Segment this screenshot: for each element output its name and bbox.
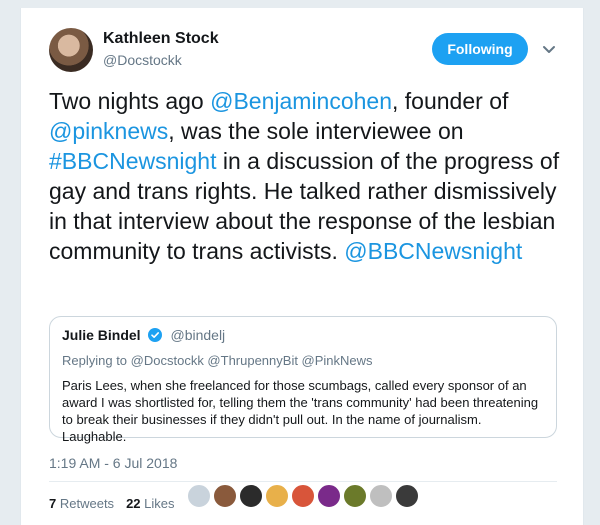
tweet-text: Two nights ago @Benjamincohen, founder o… bbox=[49, 86, 579, 266]
quoted-author-handle[interactable]: @bindelj bbox=[170, 327, 225, 343]
chevron-down-icon[interactable] bbox=[540, 40, 558, 58]
tweet-link[interactable]: #BBCNewsnight bbox=[49, 148, 216, 174]
divider bbox=[49, 481, 557, 482]
liker-avatar-2[interactable] bbox=[213, 484, 237, 508]
tweet-card: Kathleen Stock @Docstockk Following Two … bbox=[20, 8, 584, 525]
tweet-link[interactable]: @pinknews bbox=[49, 118, 168, 144]
author-display-name[interactable]: Kathleen Stock bbox=[103, 30, 219, 48]
retweets-label[interactable]: Retweets bbox=[60, 496, 114, 511]
quoted-tweet-text: Paris Lees, when she freelanced for thos… bbox=[62, 378, 539, 444]
author-avatar[interactable] bbox=[49, 28, 93, 72]
liker-avatar-5[interactable] bbox=[291, 484, 315, 508]
quoted-tweet[interactable]: Julie Bindel @bindelj Replying to @Docst… bbox=[49, 316, 557, 444]
liker-avatar-9[interactable] bbox=[395, 484, 419, 508]
liker-avatar-3[interactable] bbox=[239, 484, 263, 508]
tweet-text-segment: Two nights ago bbox=[49, 88, 211, 114]
liker-avatar-4[interactable] bbox=[265, 484, 289, 508]
tweet-timestamp[interactable]: 1:19 AM - 6 Jul 2018 bbox=[49, 455, 177, 471]
quoted-replying-to: Replying to @Docstockk @ThrupennyBit @Pi… bbox=[62, 353, 544, 368]
quoted-author-name[interactable]: Julie Bindel bbox=[62, 327, 141, 343]
tweet-link[interactable]: @Benjamincohen bbox=[210, 88, 392, 114]
likes-count[interactable]: 22 bbox=[126, 496, 140, 511]
liker-avatar-8[interactable] bbox=[369, 484, 393, 508]
retweets-count[interactable]: 7 bbox=[49, 496, 56, 511]
tweet-stats: 7 Retweets 22 Likes bbox=[49, 496, 175, 511]
replying-prefix: Replying to bbox=[62, 353, 131, 368]
tweet-link[interactable]: @BBCNewsnight bbox=[344, 238, 522, 264]
liker-avatar-7[interactable] bbox=[343, 484, 367, 508]
liker-avatar-1[interactable] bbox=[187, 484, 211, 508]
liker-avatar-6[interactable] bbox=[317, 484, 341, 508]
author-handle[interactable]: @Docstockk bbox=[103, 52, 182, 68]
likes-label[interactable]: Likes bbox=[144, 496, 174, 511]
replying-to-handles[interactable]: @Docstockk @ThrupennyBit @PinkNews bbox=[131, 353, 373, 368]
tweet-text-segment: , founder of bbox=[392, 88, 509, 114]
verified-badge-icon bbox=[148, 328, 163, 342]
tweet-text-segment: , was the sole interviewee on bbox=[168, 118, 464, 144]
following-button[interactable]: Following bbox=[432, 33, 528, 65]
